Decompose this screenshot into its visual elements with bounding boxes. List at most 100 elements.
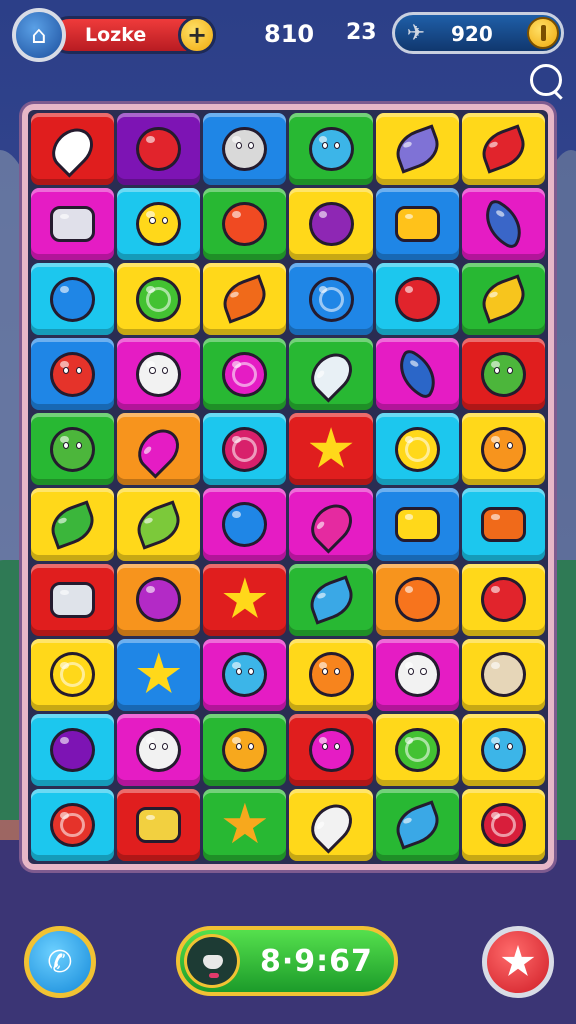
tile-eggplant[interactable] [375, 113, 459, 186]
tile-ice-pop[interactable] [289, 338, 373, 411]
tile-green-leaf[interactable] [117, 488, 201, 561]
tile-toy-camera[interactable] [461, 488, 545, 561]
ice-pop-icon [302, 345, 360, 403]
tile-mango[interactable] [461, 263, 545, 336]
tile-cat-face[interactable] [203, 113, 287, 186]
yellow-fish-icon [136, 201, 182, 247]
tile-compass[interactable] [375, 413, 459, 486]
white-radish-icon [302, 796, 360, 854]
tile-green-slime[interactable] [31, 413, 115, 486]
orange-cat-face-icon [222, 802, 267, 848]
red-crab-icon [50, 352, 96, 397]
tile-yellow-star[interactable] [203, 563, 287, 636]
tile-blue-monster[interactable] [289, 113, 373, 186]
tile-purple-eggplant[interactable] [31, 713, 115, 786]
purple-bean-icon [136, 577, 182, 622]
white-cat-icon [394, 652, 440, 698]
tile-orange-face[interactable] [461, 413, 545, 486]
pink-shell-icon [302, 496, 360, 554]
tile-apple[interactable] [203, 188, 287, 261]
tile-ghost[interactable] [117, 338, 201, 411]
striped-egg-icon [480, 652, 526, 698]
tile-white-cat[interactable] [375, 638, 459, 711]
tile-green-monster[interactable] [461, 338, 545, 411]
tile-green-lollipop[interactable] [117, 263, 201, 336]
add-coins-button[interactable]: + [178, 16, 216, 54]
tile-green-feather[interactable] [31, 488, 115, 561]
tile-striped-egg[interactable] [461, 638, 545, 711]
star-icon [309, 427, 354, 472]
tile-silver-camera[interactable] [31, 563, 115, 636]
green-swirl-icon [394, 727, 440, 773]
purple-eggplant-icon [50, 727, 96, 773]
green-leaf-icon [131, 500, 186, 550]
tile-red-snail[interactable] [31, 788, 115, 861]
tile-white-ghost[interactable] [117, 713, 201, 786]
tile-blue-bird[interactable] [461, 713, 545, 786]
tile-red-crab[interactable] [31, 338, 115, 411]
tile-pink-shell[interactable] [289, 488, 373, 561]
score-value: 810 [264, 20, 315, 48]
tile-boot[interactable] [375, 338, 459, 411]
tile-pink-lollipop[interactable] [203, 338, 287, 411]
yellow-star-face-icon [136, 652, 181, 697]
tile-pretzel[interactable] [375, 188, 459, 261]
orange-leaf-icon [217, 274, 273, 324]
tile-red-lollipop[interactable] [461, 563, 545, 636]
tile-green-eye[interactable] [31, 638, 115, 711]
coin-value: 920 [451, 22, 493, 46]
tile-orange-cat-face[interactable] [203, 788, 287, 861]
yellow-star-icon [222, 577, 267, 622]
tile-purple-bean[interactable] [117, 563, 201, 636]
mango-icon [476, 274, 531, 324]
tile-plum[interactable] [289, 188, 373, 261]
music-note-icon [475, 197, 532, 251]
game-board [22, 104, 554, 870]
tile-orange-fruit[interactable] [375, 563, 459, 636]
tile-green-swirl[interactable] [375, 713, 459, 786]
pretzel-icon [394, 202, 440, 247]
star-button[interactable] [482, 926, 554, 998]
tile-red-candy[interactable] [375, 263, 459, 336]
eggplant-icon [390, 124, 445, 174]
tile-blue-berry[interactable] [203, 488, 287, 561]
tile-tube[interactable] [117, 788, 201, 861]
tile-star[interactable] [289, 413, 373, 486]
blue-fish-icon [50, 276, 96, 322]
tile-pink-jelly[interactable] [117, 413, 201, 486]
tile-blue-face[interactable] [203, 638, 287, 711]
tile-red-berry[interactable] [461, 788, 545, 861]
timer-pill: 8·9:67 [176, 926, 398, 996]
tile-blue-rocket[interactable] [375, 788, 459, 861]
tile-camera[interactable] [31, 188, 115, 261]
search-icon[interactable] [530, 64, 562, 96]
star-icon [501, 945, 535, 976]
tile-blue-lollipop[interactable] [289, 263, 373, 336]
tile-orange-leaf[interactable] [203, 263, 287, 336]
tile-music-note[interactable] [461, 188, 545, 261]
tile-red-donut[interactable] [203, 413, 287, 486]
tile-yellow-x[interactable] [375, 488, 459, 561]
tile-white-radish[interactable] [289, 788, 373, 861]
red-donut-icon [222, 427, 268, 472]
tile-yellow-fish[interactable] [117, 188, 201, 261]
tile-yellow-star-face[interactable] [117, 638, 201, 711]
coin-counter[interactable]: ✈ 920 [392, 12, 564, 54]
top-bar: Lozke ⌂ + 810 23 ✈ 920 [0, 0, 576, 100]
red-lollipop-icon [480, 577, 526, 622]
tile-radish[interactable] [31, 113, 115, 186]
blue-bottle-icon [303, 575, 359, 625]
tile-tomato[interactable] [117, 113, 201, 186]
tile-blue-fish[interactable] [31, 263, 115, 336]
orange-cat-icon [222, 727, 268, 773]
tile-orange-cat[interactable] [203, 713, 287, 786]
tile-pink-monster[interactable] [289, 713, 373, 786]
green-eye-icon [50, 652, 96, 698]
tile-blue-bottle[interactable] [289, 563, 373, 636]
tile-orange-monster[interactable] [289, 638, 373, 711]
compass-icon [394, 427, 440, 472]
tile-chili-pepper[interactable] [461, 113, 545, 186]
phone-button[interactable]: ✆ [24, 926, 96, 998]
player-avatar-icon[interactable]: ⌂ [12, 8, 66, 62]
cat-face-icon [222, 126, 268, 172]
